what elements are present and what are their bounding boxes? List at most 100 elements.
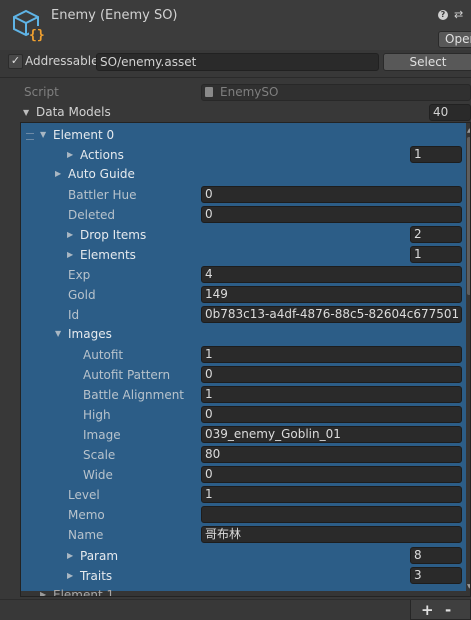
settings-icon[interactable]: ⇄ <box>454 8 463 21</box>
select-button[interactable]: Select <box>383 53 471 71</box>
drop-items-label: Drop Items <box>80 228 147 242</box>
wide-label: Wide <box>83 468 113 482</box>
foldout-arrow-icon[interactable]: ▼ <box>55 329 61 338</box>
id-field[interactable]: 0b783c13-a4df-4876-88c5-82604c677501 <box>201 306 462 323</box>
drop-items-row[interactable]: ▶ Drop Items 2 <box>21 225 466 245</box>
battler-hue-label: Battler Hue <box>68 188 137 202</box>
high-label: High <box>83 408 111 422</box>
foldout-arrow-icon[interactable]: ▼ <box>23 108 29 117</box>
list-footer <box>410 600 471 620</box>
add-element-button[interactable]: + <box>421 601 434 619</box>
image-label: Image <box>83 428 121 442</box>
element-0-label: Element 0 <box>53 128 115 142</box>
wide-field[interactable]: 0 <box>201 466 462 483</box>
param-label: Param <box>80 549 119 563</box>
autofit-pattern-row: Autofit Pattern 0 <box>21 365 466 385</box>
inspector-title: Enemy (Enemy SO) <box>51 8 178 23</box>
battler-hue-field[interactable]: 0 <box>201 186 462 203</box>
battler-hue-row: Battler Hue 0 <box>21 185 466 205</box>
gold-label: Gold <box>68 288 96 302</box>
autofit-pattern-label: Autofit Pattern <box>83 368 171 382</box>
battle-alignment-field[interactable]: 1 <box>201 386 462 403</box>
drop-items-count-field[interactable]: 2 <box>410 226 462 243</box>
exp-field[interactable]: 4 <box>201 266 462 283</box>
auto-guide-label: Auto Guide <box>68 167 135 181</box>
elements-count-field[interactable]: 1 <box>410 246 462 263</box>
images-row[interactable]: ▼ Images <box>21 324 466 344</box>
addressable-path-field[interactable]: SO/enemy.asset <box>96 53 379 71</box>
autofit-row: Autofit 1 <box>21 345 466 365</box>
divider <box>0 599 471 600</box>
help-icon[interactable]: ? <box>438 10 448 20</box>
open-button[interactable]: Open <box>438 31 471 48</box>
script-file-icon <box>205 87 213 97</box>
elements-row[interactable]: ▶ Elements 1 <box>21 245 466 265</box>
autofit-field[interactable]: 1 <box>201 346 462 363</box>
scale-field[interactable]: 80 <box>201 446 462 463</box>
image-row: Image 039_enemy_Goblin_01 <box>21 425 466 445</box>
foldout-arrow-icon[interactable]: ▶ <box>40 590 46 596</box>
id-row: Id 0b783c13-a4df-4876-88c5-82604c677501 <box>21 305 466 325</box>
level-field[interactable]: 1 <box>201 486 462 503</box>
foldout-arrow-icon[interactable]: ▶ <box>67 551 73 560</box>
deleted-field[interactable]: 0 <box>201 206 462 223</box>
addressable-checkbox[interactable]: ✓ <box>8 54 23 69</box>
deleted-label: Deleted <box>68 208 116 222</box>
scale-row: Scale 80 <box>21 445 466 465</box>
script-label: Script <box>24 85 59 99</box>
divider <box>0 77 471 78</box>
autofit-label: Autofit <box>83 348 124 362</box>
traits-count-field[interactable]: 3 <box>410 567 462 584</box>
level-label: Level <box>68 488 100 502</box>
actions-count-field[interactable]: 1 <box>410 146 462 163</box>
script-field[interactable]: EnemySO <box>201 84 471 101</box>
battle-alignment-label: Battle Alignment <box>83 388 185 402</box>
svg-text:{}: {} <box>29 28 45 42</box>
data-models-list: ▼ Element 0 ▶ Actions 1 ▶ Auto Guide Bat… <box>20 122 471 597</box>
remove-element-button[interactable]: - <box>445 601 451 619</box>
foldout-arrow-icon[interactable]: ▶ <box>67 571 73 580</box>
traits-label: Traits <box>80 569 113 583</box>
scale-label: Scale <box>83 448 116 462</box>
foldout-arrow-icon[interactable]: ▼ <box>40 130 46 139</box>
memo-row: Memo <box>21 505 466 525</box>
element-0-row[interactable]: ▼ Element 0 <box>21 125 466 145</box>
scroll-up-icon[interactable]: ▲ <box>467 127 470 134</box>
foldout-arrow-icon[interactable]: ▶ <box>67 250 73 259</box>
memo-field[interactable] <box>201 506 462 523</box>
actions-row[interactable]: ▶ Actions 1 <box>21 145 466 165</box>
autofit-pattern-field[interactable]: 0 <box>201 366 462 383</box>
element-1-row[interactable]: ▶ Element 1 <box>21 588 466 597</box>
scriptable-object-icon: {} <box>13 9 45 42</box>
images-label: Images <box>68 327 112 341</box>
data-models-label[interactable]: Data Models <box>36 105 111 119</box>
foldout-arrow-icon[interactable]: ▶ <box>67 150 73 159</box>
actions-label: Actions <box>80 148 124 162</box>
data-models-count-field[interactable]: 40 <box>429 104 471 121</box>
foldout-arrow-icon[interactable]: ▶ <box>55 169 61 178</box>
scroll-down-icon[interactable]: ▼ <box>467 583 470 590</box>
name-row: Name 哥布林 <box>21 525 466 545</box>
id-label: Id <box>68 308 80 322</box>
elements-label: Elements <box>80 248 136 262</box>
memo-label: Memo <box>68 508 105 522</box>
deleted-row: Deleted 0 <box>21 205 466 225</box>
param-row[interactable]: ▶ Param 8 <box>21 546 466 566</box>
auto-guide-row[interactable]: ▶ Auto Guide <box>21 164 466 184</box>
scroll-thumb[interactable] <box>467 137 470 295</box>
element-1-label: Element 1 <box>53 588 115 597</box>
high-field[interactable]: 0 <box>201 406 462 423</box>
image-field[interactable]: 039_enemy_Goblin_01 <box>201 426 462 443</box>
gold-field[interactable]: 149 <box>201 286 462 303</box>
param-count-field[interactable]: 8 <box>410 547 462 564</box>
battle-alignment-row: Battle Alignment 1 <box>21 385 466 405</box>
name-field[interactable]: 哥布林 <box>201 526 462 543</box>
high-row: High 0 <box>21 405 466 425</box>
foldout-arrow-icon[interactable]: ▶ <box>67 230 73 239</box>
traits-row[interactable]: ▶ Traits 3 <box>21 566 466 586</box>
exp-label: Exp <box>68 268 91 282</box>
exp-row: Exp 4 <box>21 265 466 285</box>
wide-row: Wide 0 <box>21 465 466 485</box>
level-row: Level 1 <box>21 485 466 505</box>
gold-row: Gold 149 <box>21 285 466 305</box>
